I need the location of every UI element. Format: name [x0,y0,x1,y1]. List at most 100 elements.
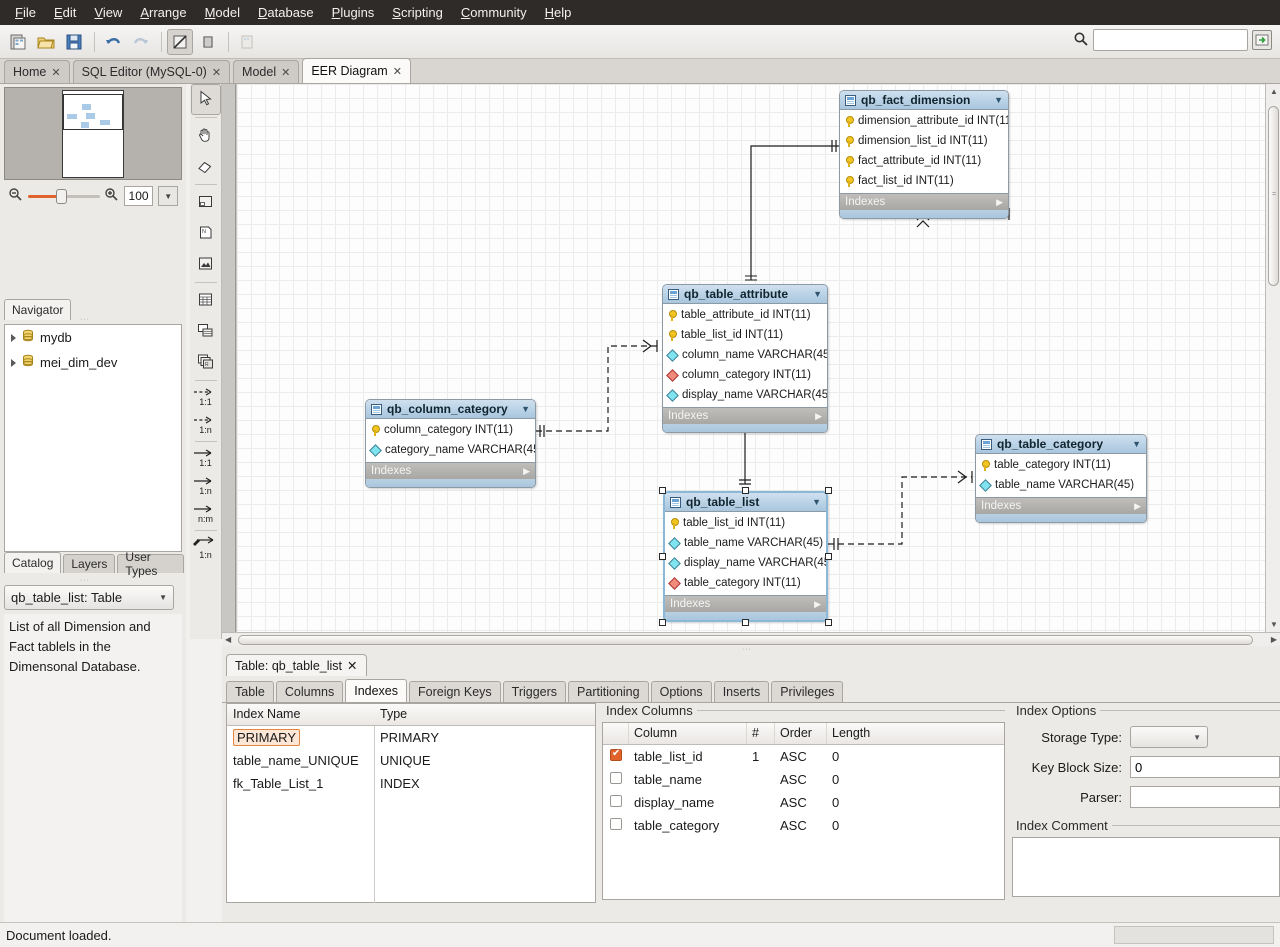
menu-item-model[interactable]: Model [196,2,249,23]
search-input[interactable] [1093,29,1248,51]
resize-handle[interactable] [825,487,832,494]
index-column-order-cell[interactable]: ASC [775,749,827,764]
zoom-in-icon[interactable] [104,187,119,205]
table-column-row[interactable]: column_name VARCHAR(45) [663,345,827,365]
column-header-length[interactable]: Length [827,723,1004,744]
table-column-row[interactable]: category_name VARCHAR(45) [366,440,535,460]
toggle-grid-icon[interactable] [167,29,193,55]
table-indexes-section[interactable]: Indexes▶ [840,193,1008,210]
resize-handle[interactable] [659,553,666,560]
editor-subtab-triggers[interactable]: Triggers [503,681,566,702]
editor-splitter-grip[interactable]: ··· [742,646,752,653]
checkbox-icon[interactable] [610,795,622,807]
table-column-row[interactable]: column_category INT(11) [366,420,535,440]
undo-icon[interactable] [100,29,126,55]
scroll-down-icon[interactable]: ▼ [1270,620,1278,629]
chevron-right-icon[interactable]: ▶ [996,197,1003,208]
zoom-out-icon[interactable] [8,187,23,205]
main-tab-sql-editor-mysql-0-[interactable]: SQL Editor (MySQL-0)✕ [73,60,230,83]
main-tab-eer-diagram[interactable]: EER Diagram✕ [302,58,411,83]
toggle-page-guides-icon[interactable] [195,29,221,55]
main-tab-model[interactable]: Model✕ [233,60,299,83]
editor-subtab-foreign-keys[interactable]: Foreign Keys [409,681,501,702]
menu-item-arrange[interactable]: Arrange [131,2,195,23]
canvas-horizontal-scrollbar[interactable]: ◀ ▶ [222,632,1280,646]
eraser-tool[interactable] [191,151,221,182]
index-column-row[interactable]: table_categoryASC0 [603,814,1004,837]
close-icon[interactable]: ✕ [281,66,290,79]
canvas-vertical-scrollbar[interactable]: ▲ = ▼ [1265,84,1280,632]
resize-handle[interactable] [659,487,666,494]
editor-subtab-privileges[interactable]: Privileges [771,681,843,702]
selected-cell[interactable]: PRIMARY [233,729,300,746]
checkbox-icon[interactable] [610,818,622,830]
menu-item-help[interactable]: Help [536,2,581,23]
index-column-name-cell[interactable]: table_list_id [629,749,747,764]
chevron-down-icon[interactable]: ▼ [994,95,1003,105]
image-tool[interactable] [191,249,221,280]
index-comment-textarea[interactable] [1012,837,1280,897]
table-column-row[interactable]: fact_attribute_id INT(11) [840,151,1008,171]
chevron-right-icon[interactable]: ▶ [523,466,530,477]
editor-subtab-partitioning[interactable]: Partitioning [568,681,649,702]
resize-handle[interactable] [825,553,832,560]
column-header-index-name[interactable]: Index Name [227,704,374,725]
index-list-grid[interactable]: Index Name Type PRIMARYPRIMARYtable_name… [226,703,596,903]
index-column-name-cell[interactable]: table_category [629,818,747,833]
index-column-length-cell[interactable]: 0 [827,772,1004,787]
new-model-icon[interactable] [5,29,31,55]
panel-grip-2[interactable]: ··· [80,577,90,584]
diagram-canvas[interactable]: qb_fact_dimension▼dimension_attribute_id… [237,84,1265,632]
tab-user-types[interactable]: User Types [117,554,184,573]
zoom-slider-knob[interactable] [56,189,67,204]
table-figure-qb_column_category[interactable]: qb_column_category▼column_category INT(1… [365,399,536,488]
column-header-column[interactable]: Column [629,723,747,744]
menu-item-edit[interactable]: Edit [45,2,85,23]
rel-nm-tool[interactable]: n:m [191,500,221,528]
table-column-row[interactable]: table_name VARCHAR(45) [976,475,1146,495]
zoom-value-field[interactable]: 100 [124,186,154,206]
index-column-length-cell[interactable]: 0 [827,818,1004,833]
navigator-preview[interactable] [4,87,182,180]
view-tool[interactable] [191,316,221,347]
index-column-checkbox-cell[interactable] [603,749,629,764]
chevron-right-icon[interactable]: ▶ [815,411,822,422]
index-row[interactable]: table_name_UNIQUEUNIQUE [227,749,595,772]
close-icon[interactable]: ✕ [347,658,357,673]
index-type-cell[interactable]: INDEX [374,776,595,791]
routine-group-tool[interactable]: R [191,347,221,378]
close-icon[interactable]: ✕ [393,65,402,78]
index-column-row[interactable]: display_nameASC0 [603,791,1004,814]
zoom-dropdown-button[interactable]: ▼ [158,186,178,206]
rel-11-id-tool[interactable]: 1:1 [191,444,221,472]
table-header[interactable]: qb_column_category▼ [366,400,535,419]
rel-1n-id-tool[interactable]: 1:n [191,472,221,500]
menu-item-database[interactable]: Database [249,2,323,23]
table-column-row[interactable]: display_name VARCHAR(45) [665,553,826,573]
scroll-left-icon[interactable]: ◀ [225,635,231,644]
checkbox-icon[interactable] [610,749,622,761]
catalog-tree[interactable]: mydbmei_dim_dev [4,324,182,552]
index-column-checkbox-cell[interactable] [603,818,629,833]
table-indexes-section[interactable]: Indexes▶ [665,595,826,612]
table-figure-qb_fact_dimension[interactable]: qb_fact_dimension▼dimension_attribute_id… [839,90,1009,219]
rel-11-nonid-tool[interactable]: 1:1 [191,383,221,411]
index-column-row[interactable]: table_nameASC0 [603,768,1004,791]
scroll-up-icon[interactable]: ▲ [1270,87,1278,96]
editor-subtab-inserts[interactable]: Inserts [714,681,770,702]
resize-handle[interactable] [742,487,749,494]
table-indexes-section[interactable]: Indexes▶ [976,497,1146,514]
note-tool[interactable]: N [191,218,221,249]
index-column-checkbox-cell[interactable] [603,772,629,787]
rel-1n-nonid-tool[interactable]: 1:n [191,411,221,439]
hand-tool[interactable] [191,120,221,151]
description-text[interactable]: List of all Dimension and Fact tablels i… [4,614,182,947]
object-selector[interactable]: qb_table_list: Table ▼ [4,585,174,610]
table-column-row[interactable]: table_list_id INT(11) [665,513,826,533]
chevron-down-icon[interactable]: ▼ [521,404,530,414]
index-columns-grid[interactable]: Column # Order Length table_list_id1ASC0… [602,722,1005,900]
table-header[interactable]: qb_table_list▼ [665,493,826,512]
resize-handle[interactable] [825,619,832,626]
canvas-hscroll-thumb[interactable] [238,635,1253,645]
table-figure-qb_table_list[interactable]: qb_table_list▼table_list_id INT(11)table… [663,491,828,622]
